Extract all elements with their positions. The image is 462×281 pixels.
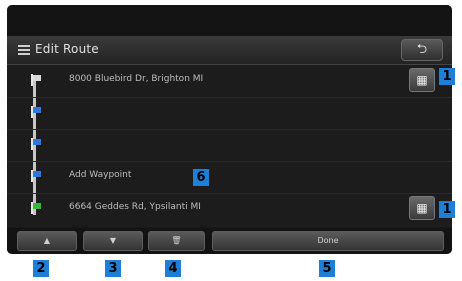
callout-6: 6 xyxy=(193,169,209,186)
nav-screen: Edit Route ⮌ 8000 Bluebird Dr, Brighton … xyxy=(7,5,452,254)
callout-3: 3 xyxy=(105,260,121,277)
callout-1-bottom: 1 xyxy=(439,201,455,218)
list-item-destination[interactable]: 6664 Geddes Rd, Ypsilanti MI ▦ xyxy=(7,193,452,225)
callout-5: 5 xyxy=(319,260,335,277)
header-bar: Edit Route ⮌ xyxy=(7,36,452,65)
start-flag-icon xyxy=(31,74,41,86)
waypoint-flag-icon xyxy=(31,170,41,182)
callout-1-top: 1 xyxy=(439,68,455,85)
move-up-button[interactable]: ▲ xyxy=(17,231,77,251)
waypoint-flag-icon xyxy=(31,138,41,150)
waypoint-flag-icon xyxy=(31,106,41,118)
start-address: 8000 Bluebird Dr, Brighton MI xyxy=(69,74,204,84)
list-icon xyxy=(18,45,30,55)
delete-button[interactable]: 🗑 xyxy=(148,231,205,251)
route-list: 8000 Bluebird Dr, Brighton MI ▦ Add Wayp… xyxy=(7,65,452,227)
list-item-start[interactable]: 8000 Bluebird Dr, Brighton MI ▦ xyxy=(7,65,452,98)
page-title: Edit Route xyxy=(35,42,99,56)
destination-address: 6664 Geddes Rd, Ypsilanti MI xyxy=(69,202,201,212)
callout-2: 2 xyxy=(33,260,49,277)
list-item-waypoint-1[interactable] xyxy=(7,97,452,130)
move-down-button[interactable]: ▼ xyxy=(83,231,143,251)
top-band xyxy=(7,5,452,36)
back-button[interactable]: ⮌ xyxy=(401,39,443,61)
callout-4: 4 xyxy=(165,260,181,277)
list-item-waypoint-2[interactable] xyxy=(7,129,452,162)
add-waypoint-label: Add Waypoint xyxy=(69,170,132,180)
list-item-add-waypoint[interactable]: Add Waypoint xyxy=(7,161,452,194)
destination-flag-icon xyxy=(31,202,41,214)
map-button-destination[interactable]: ▦ xyxy=(409,196,435,220)
done-button[interactable]: Done xyxy=(212,231,444,251)
footer-bar: ▲ ▼ 🗑 Done xyxy=(7,228,452,254)
map-button-start[interactable]: ▦ xyxy=(409,68,435,92)
